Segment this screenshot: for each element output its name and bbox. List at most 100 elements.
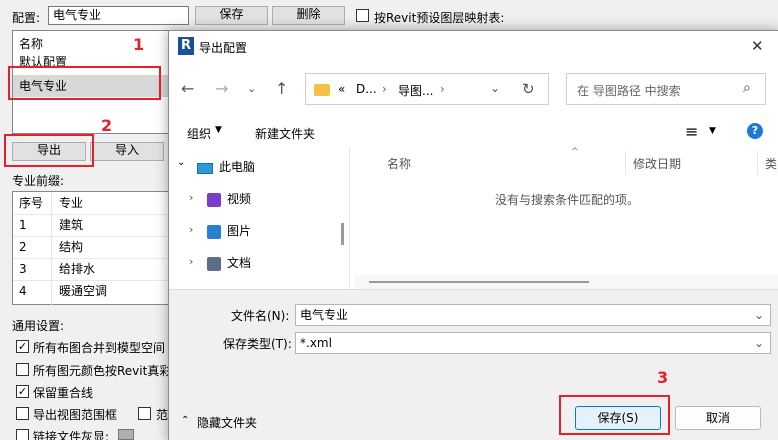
picture-folder-icon — [207, 225, 221, 239]
search-box[interactable]: 在 导图路径 中搜索 ⌕ — [566, 73, 766, 105]
table-divider — [13, 214, 169, 215]
recent-chevron-icon[interactable]: ⌄ — [247, 79, 256, 99]
option-label: 导出视图范围框 — [33, 408, 118, 422]
import-button[interactable]: 导入 — [90, 142, 164, 161]
refresh-icon[interactable]: ↻ — [522, 80, 535, 98]
search-icon[interactable]: ⌕ — [743, 80, 751, 96]
chevron-right-icon[interactable]: › — [189, 191, 193, 204]
highlight-box-3 — [559, 395, 670, 435]
table-row-name[interactable]: 建筑 — [59, 214, 83, 236]
column-header-name[interactable]: 名称 — [387, 155, 411, 172]
map-checkbox-label: 按Revit预设图层映射表: — [374, 11, 505, 25]
view-dropdown-icon[interactable]: ▼ — [709, 126, 716, 136]
back-arrow-icon[interactable]: ← — [181, 79, 194, 99]
config-save-button[interactable]: 保存 — [195, 6, 268, 25]
tree-scrollbar[interactable] — [341, 223, 344, 245]
breadcrumb-item[interactable]: D... — [356, 82, 377, 96]
view-options-icon[interactable]: ≡ — [685, 122, 698, 141]
annotation-3: 3 — [657, 368, 669, 387]
dialog-footer: 文件名(N): 电气专业 ⌄ 保存类型(T): *.xml ⌄ ⌃ 隐藏文件夹 … — [169, 289, 778, 440]
map-checkbox[interactable] — [356, 9, 369, 22]
table-col-divider — [51, 192, 52, 306]
prefix-label: 专业前缀: — [12, 174, 65, 188]
table-row-no: 4 — [19, 284, 27, 298]
table-header-name: 专业 — [59, 196, 84, 210]
table-row-name[interactable]: 暖通空调 — [59, 280, 107, 302]
organize-menu[interactable]: 组织 — [187, 125, 211, 142]
column-header-type[interactable]: 类 — [765, 155, 777, 172]
organize-dropdown-icon[interactable]: ▼ — [215, 125, 222, 135]
annotation-2: 2 — [101, 116, 113, 135]
highlight-box-1 — [8, 66, 161, 100]
folder-icon — [314, 84, 330, 96]
breadcrumb-overflow[interactable]: « — [338, 82, 345, 96]
highlight-box-2 — [4, 134, 94, 167]
option-label: 所有图元颜色按Revit真彩 — [33, 364, 172, 378]
computer-icon — [197, 163, 213, 174]
option-checkbox[interactable] — [16, 429, 29, 440]
dialog-cancel-button[interactable]: 取消 — [675, 406, 761, 430]
dialog-toolbar: 组织 ▼ 新建文件夹 ≡ ▼ ? — [169, 117, 778, 147]
revit-logo-icon: R — [178, 37, 194, 55]
address-dropdown-icon[interactable]: ⌄ — [490, 81, 500, 95]
filename-dropdown-icon[interactable]: ⌄ — [754, 305, 764, 325]
file-list: ^ 名称 修改日期 类 没有与搜索条件匹配的项。 — [355, 147, 778, 289]
tree-item-documents[interactable]: 文档 — [227, 251, 251, 275]
config-input[interactable]: 电气专业 — [48, 6, 189, 25]
close-icon[interactable]: ✕ — [751, 37, 764, 55]
option-label: 保留重合线 — [33, 386, 94, 400]
up-arrow-icon[interactable]: ↑ — [275, 79, 288, 99]
column-divider[interactable] — [757, 151, 758, 175]
column-divider[interactable] — [625, 151, 626, 175]
option-checkbox[interactable] — [138, 407, 151, 420]
annotation-1: 1 — [133, 35, 145, 54]
tree-item-this-pc[interactable]: 此电脑 — [219, 155, 255, 179]
document-folder-icon — [207, 257, 221, 271]
filetype-value: *.xml — [300, 336, 332, 350]
address-bar[interactable]: « D... › 导图... › ⌄ ↻ — [305, 73, 549, 105]
tree-item-videos[interactable]: 视频 — [227, 187, 251, 211]
table-row-no: 2 — [19, 240, 27, 254]
filename-input[interactable]: 电气专业 ⌄ — [295, 304, 771, 326]
table-row-name[interactable]: 给排水 — [59, 258, 95, 280]
sort-asc-icon: ^ — [571, 147, 579, 157]
breadcrumb-item[interactable]: 导图... — [398, 82, 433, 99]
option-checkbox[interactable] — [16, 407, 29, 420]
chevron-right-icon[interactable]: › — [189, 255, 193, 268]
filetype-dropdown-icon[interactable]: ⌄ — [754, 333, 764, 353]
dialog-titlebar: R 导出配置 ✕ — [169, 31, 778, 61]
general-settings-label: 通用设置: — [12, 319, 65, 333]
breadcrumb-separator: › — [440, 82, 445, 96]
option-label: 所有布图合并到模型空间 — [33, 341, 166, 355]
filename-label: 文件名(N): — [231, 309, 290, 323]
video-folder-icon — [207, 193, 221, 207]
filetype-select[interactable]: *.xml ⌄ — [295, 332, 771, 354]
config-delete-button[interactable]: 删除 — [272, 6, 345, 25]
empty-message: 没有与搜索条件匹配的项。 — [495, 193, 640, 207]
breadcrumb-separator: › — [382, 82, 387, 96]
gray-color-swatch[interactable] — [118, 429, 134, 440]
export-config-dialog: R 导出配置 ✕ ← → ⌄ ↑ « D... › 导图... › ⌄ ↻ 在 … — [168, 30, 778, 440]
tree-item-pictures[interactable]: 图片 — [227, 219, 251, 243]
option-checkbox[interactable]: ✓ — [16, 385, 29, 398]
column-header-date[interactable]: 修改日期 — [633, 155, 681, 172]
new-folder-button[interactable]: 新建文件夹 — [255, 125, 315, 142]
config-label: 配置: — [12, 11, 41, 25]
hide-folders-toggle[interactable]: 隐藏文件夹 — [197, 414, 257, 431]
table-row-name[interactable]: 结构 — [59, 236, 83, 258]
chevron-up-icon[interactable]: ⌃ — [181, 415, 189, 426]
chevron-down-icon[interactable]: ⌄ — [177, 157, 185, 168]
horizontal-scrollbar[interactable] — [355, 275, 778, 289]
prefix-table: 序号 专业 1 建筑 2 结构 3 给排水 4 暖通空调 — [12, 191, 170, 306]
table-row-line — [13, 236, 169, 237]
dialog-title: 导出配置 — [199, 41, 248, 55]
chevron-right-icon[interactable]: › — [189, 223, 193, 236]
forward-arrow-icon[interactable]: → — [215, 79, 228, 99]
help-icon[interactable]: ? — [747, 123, 763, 139]
option-checkbox[interactable] — [16, 363, 29, 376]
table-row-no: 3 — [19, 262, 27, 276]
scrollbar-thumb[interactable] — [369, 281, 589, 283]
option-checkbox[interactable]: ✓ — [16, 340, 29, 353]
navigation-pane: ⌄ 此电脑 › 视频 › 图片 › 文档 — [169, 149, 347, 289]
table-row-no: 1 — [19, 218, 27, 232]
